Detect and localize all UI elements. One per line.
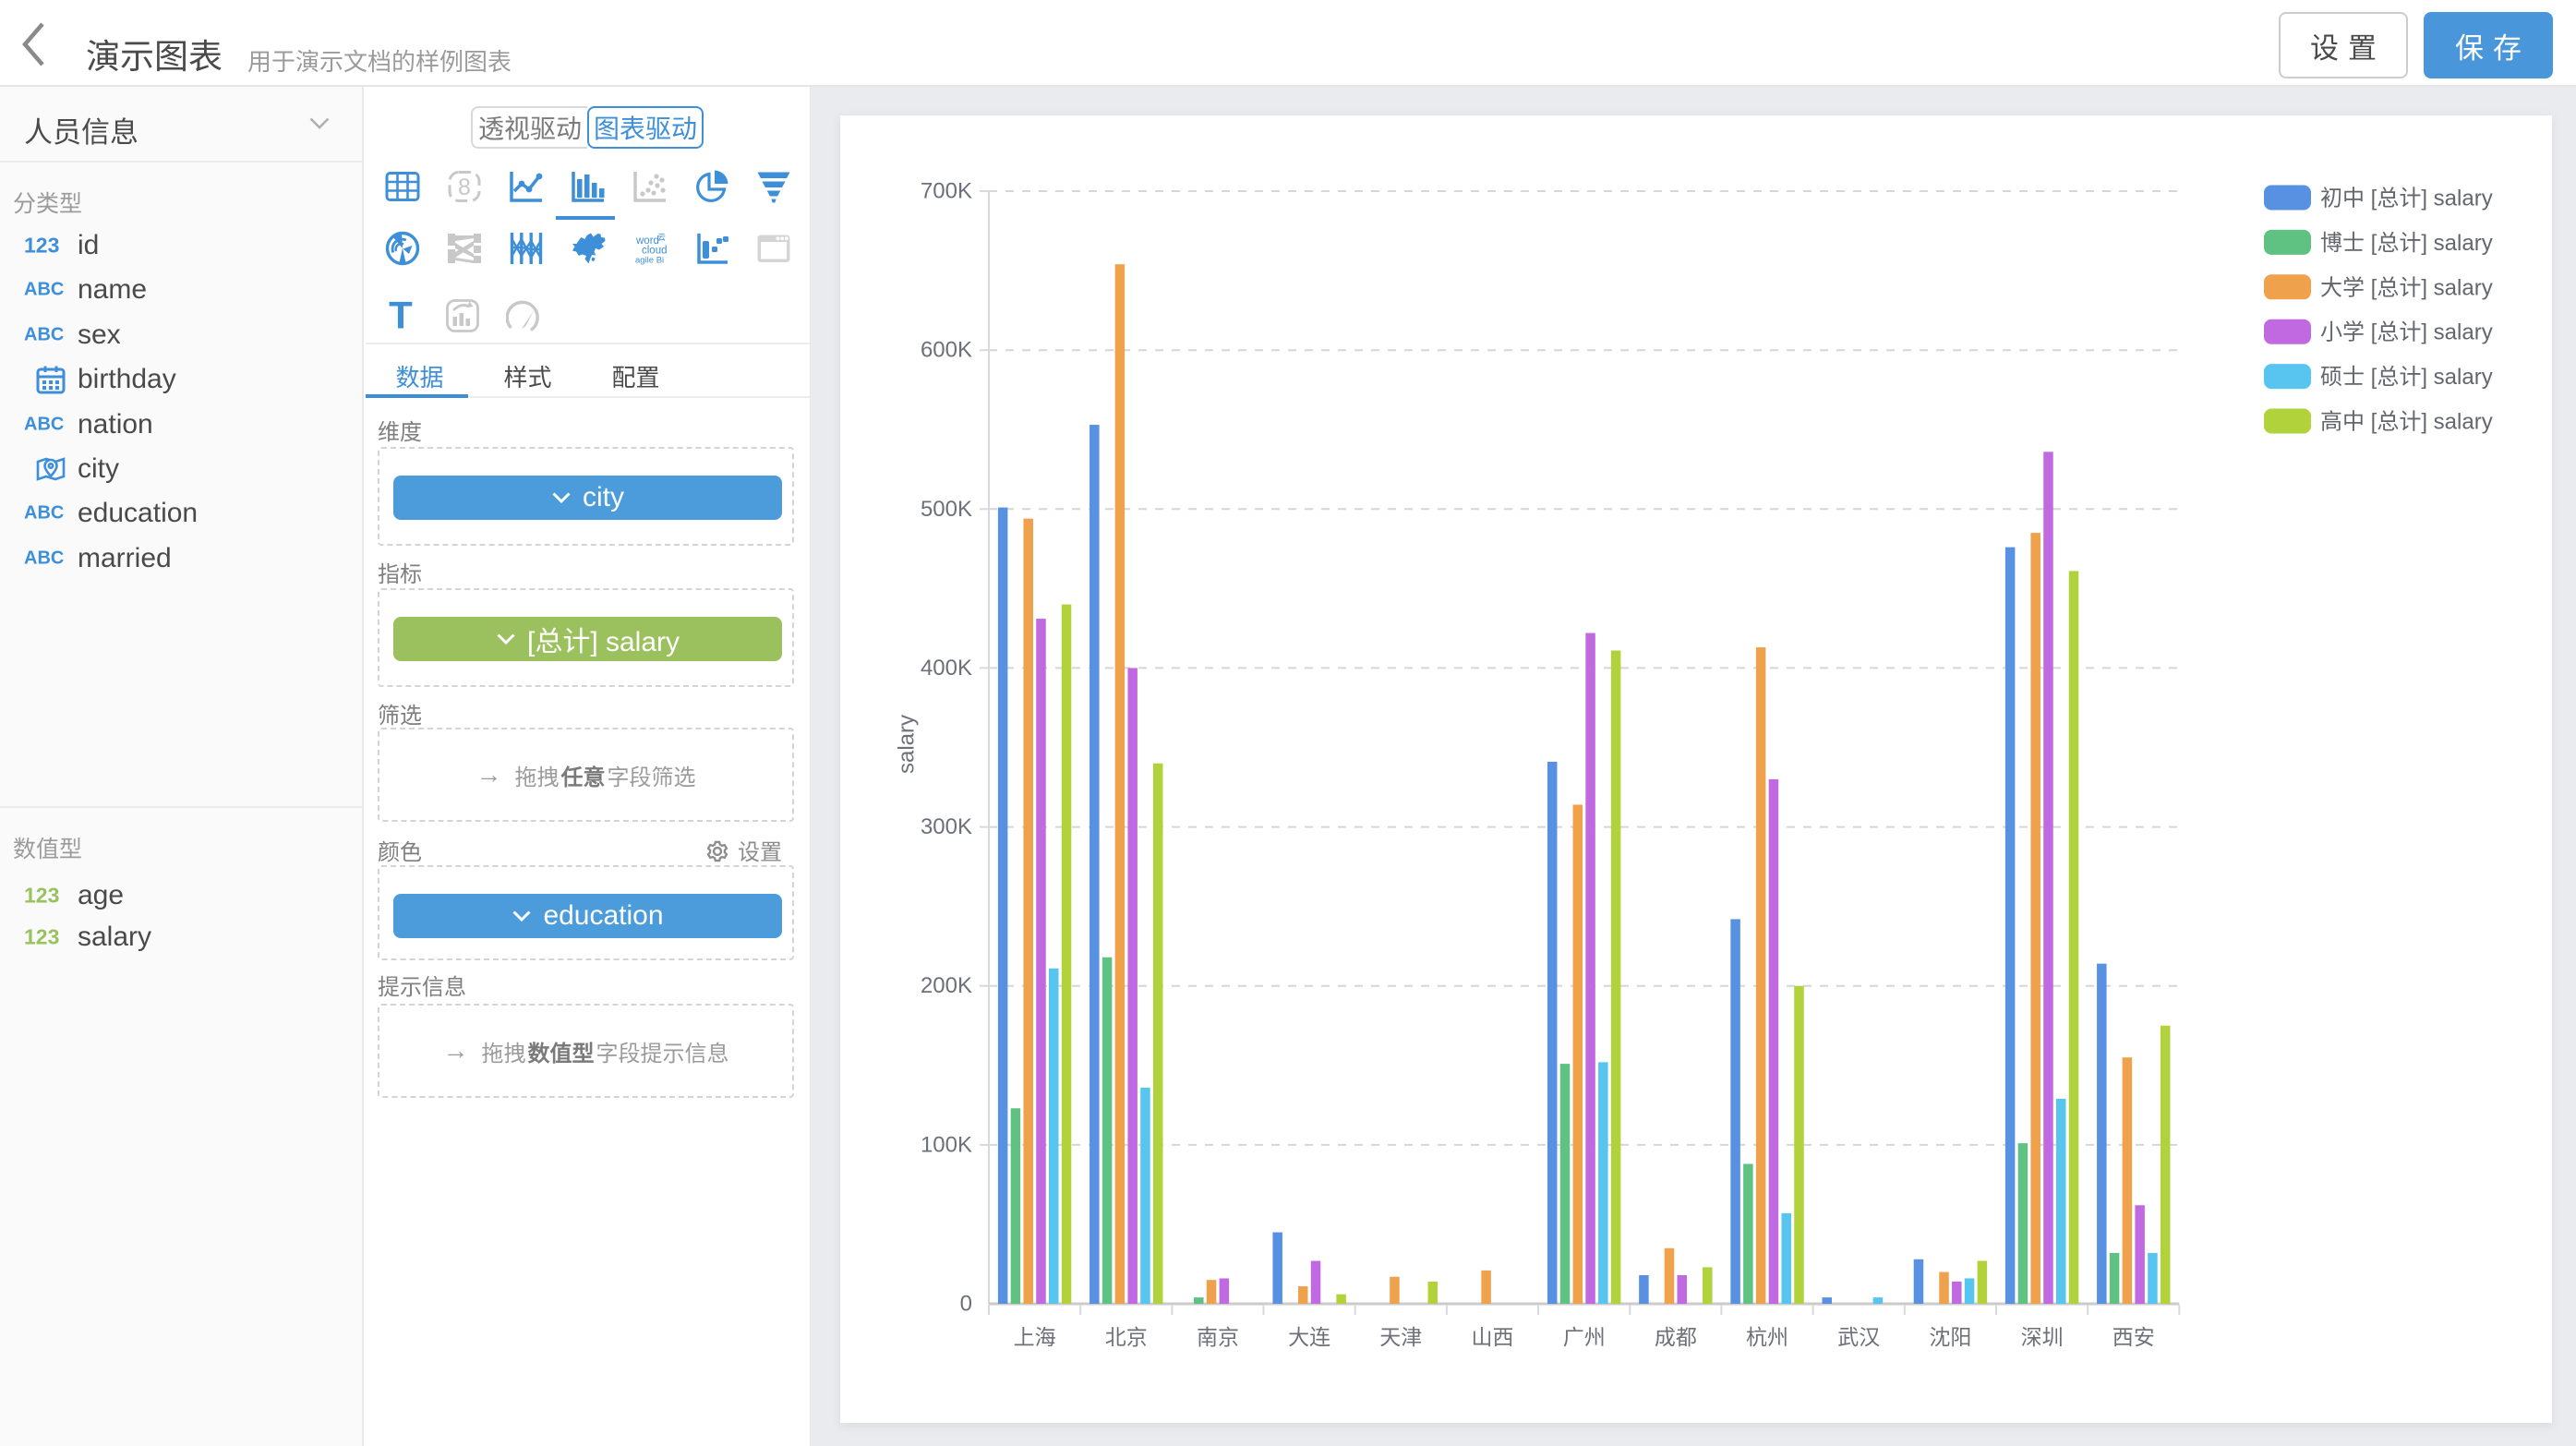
svg-text:大学 [总计] salary: 大学 [总计] salary: [2320, 275, 2493, 300]
svg-text:云: 云: [657, 233, 666, 242]
svg-text:8: 8: [458, 175, 471, 200]
svg-text:沈阳: 沈阳: [1929, 1325, 1971, 1349]
svg-text:100K: 100K: [921, 1132, 972, 1157]
svg-text:上海: 上海: [1014, 1325, 1056, 1349]
svg-text:400K: 400K: [921, 656, 972, 681]
svg-text:北京: 北京: [1105, 1325, 1148, 1349]
svg-text:高中 [总计] salary: 高中 [总计] salary: [2320, 410, 2493, 435]
svg-text:200K: 200K: [921, 973, 972, 998]
svg-text:agile Bi: agile Bi: [635, 256, 664, 266]
svg-text:600K: 600K: [921, 338, 972, 363]
svg-text:硕士 [总计] salary: 硕士 [总计] salary: [2320, 365, 2493, 390]
svg-text:0: 0: [960, 1292, 972, 1317]
svg-text:大连: 大连: [1288, 1325, 1330, 1349]
svg-text:山西: 山西: [1472, 1325, 1514, 1349]
svg-text:500K: 500K: [921, 497, 972, 522]
svg-text:初中 [总计] salary: 初中 [总计] salary: [2320, 187, 2493, 211]
svg-text:西安: 西安: [2113, 1325, 2155, 1349]
svg-text:杭州: 杭州: [1746, 1325, 1788, 1349]
svg-text:小学 [总计] salary: 小学 [总计] salary: [2320, 320, 2493, 345]
svg-text:T: T: [389, 297, 413, 334]
svg-text:salary: salary: [895, 715, 920, 774]
svg-text:博士 [总计] salary: 博士 [总计] salary: [2320, 231, 2493, 256]
svg-text:成都: 成都: [1655, 1325, 1697, 1349]
svg-text:武汉: 武汉: [1837, 1325, 1880, 1349]
svg-text:天津: 天津: [1379, 1325, 1422, 1349]
svg-text:700K: 700K: [921, 179, 972, 204]
svg-text:南京: 南京: [1197, 1325, 1239, 1349]
svg-text:广州: 广州: [1563, 1325, 1606, 1349]
svg-text:深圳: 深圳: [2021, 1325, 2064, 1349]
svg-text:300K: 300K: [921, 814, 972, 839]
